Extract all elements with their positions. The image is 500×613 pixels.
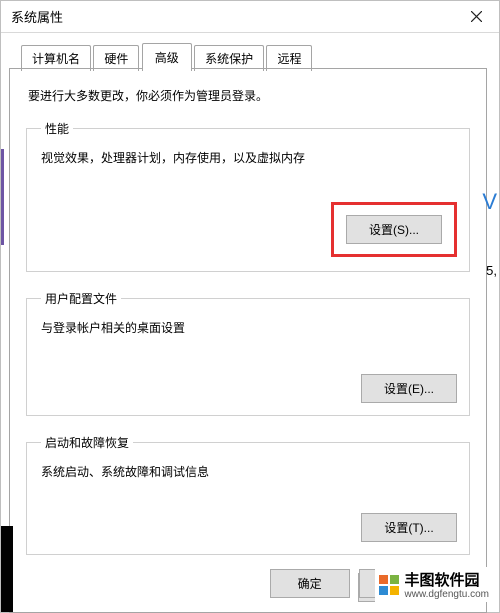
watermark-name: 丰图软件园 <box>405 572 480 589</box>
user-profiles-settings-button[interactable]: 设置(E)... <box>361 374 457 403</box>
tab-remote[interactable]: 远程 <box>266 45 312 71</box>
watermark-logo-icon <box>379 575 399 595</box>
dialog-content: 计算机名 硬件 高级 系统保护 远程 要进行大多数更改，你必须作为管理员登录。 … <box>1 33 499 613</box>
background-fragment: 5, <box>486 263 497 278</box>
watermark: 丰图软件园 www.dgfengtu.com <box>375 567 494 602</box>
startup-recovery-desc: 系统启动、系统故障和调试信息 <box>41 463 457 482</box>
tab-system-protection[interactable]: 系统保护 <box>194 45 264 71</box>
tab-hardware[interactable]: 硬件 <box>93 45 139 71</box>
tab-strip: 计算机名 硬件 高级 系统保护 远程 <box>5 43 487 69</box>
group-user-profiles: 用户配置文件 与登录帐户相关的桌面设置 设置(E)... <box>26 290 470 416</box>
tab-computer-name[interactable]: 计算机名 <box>21 45 91 71</box>
title-bar: 系统属性 <box>1 1 499 33</box>
background-fragment: V <box>482 189 497 215</box>
group-user-profiles-legend: 用户配置文件 <box>41 290 121 307</box>
group-performance: 性能 视觉效果，处理器计划，内存使用，以及虚拟内存 设置(S)... <box>26 120 470 272</box>
close-icon <box>471 11 482 22</box>
close-button[interactable] <box>454 1 499 33</box>
group-performance-legend: 性能 <box>41 120 73 137</box>
startup-recovery-settings-button[interactable]: 设置(T)... <box>361 513 457 542</box>
background-fragment <box>1 149 4 245</box>
tab-body-advanced: 要进行大多数更改，你必须作为管理员登录。 性能 视觉效果，处理器计划，内存使用，… <box>9 69 487 613</box>
user-profiles-desc: 与登录帐户相关的桌面设置 <box>41 319 457 338</box>
window-title: 系统属性 <box>11 7 63 26</box>
watermark-url: www.dgfengtu.com <box>405 590 490 600</box>
tab-advanced[interactable]: 高级 <box>142 43 192 71</box>
performance-desc: 视觉效果，处理器计划，内存使用，以及虚拟内存 <box>41 149 457 168</box>
group-startup-recovery-legend: 启动和故障恢复 <box>41 434 133 451</box>
background-fragment <box>1 526 13 612</box>
group-startup-recovery: 启动和故障恢复 系统启动、系统故障和调试信息 设置(T)... <box>26 434 470 554</box>
highlight-annotation: 设置(S)... <box>331 202 457 257</box>
performance-settings-button[interactable]: 设置(S)... <box>346 215 442 244</box>
admin-note: 要进行大多数更改，你必须作为管理员登录。 <box>28 87 470 104</box>
ok-button[interactable]: 确定 <box>270 569 350 598</box>
